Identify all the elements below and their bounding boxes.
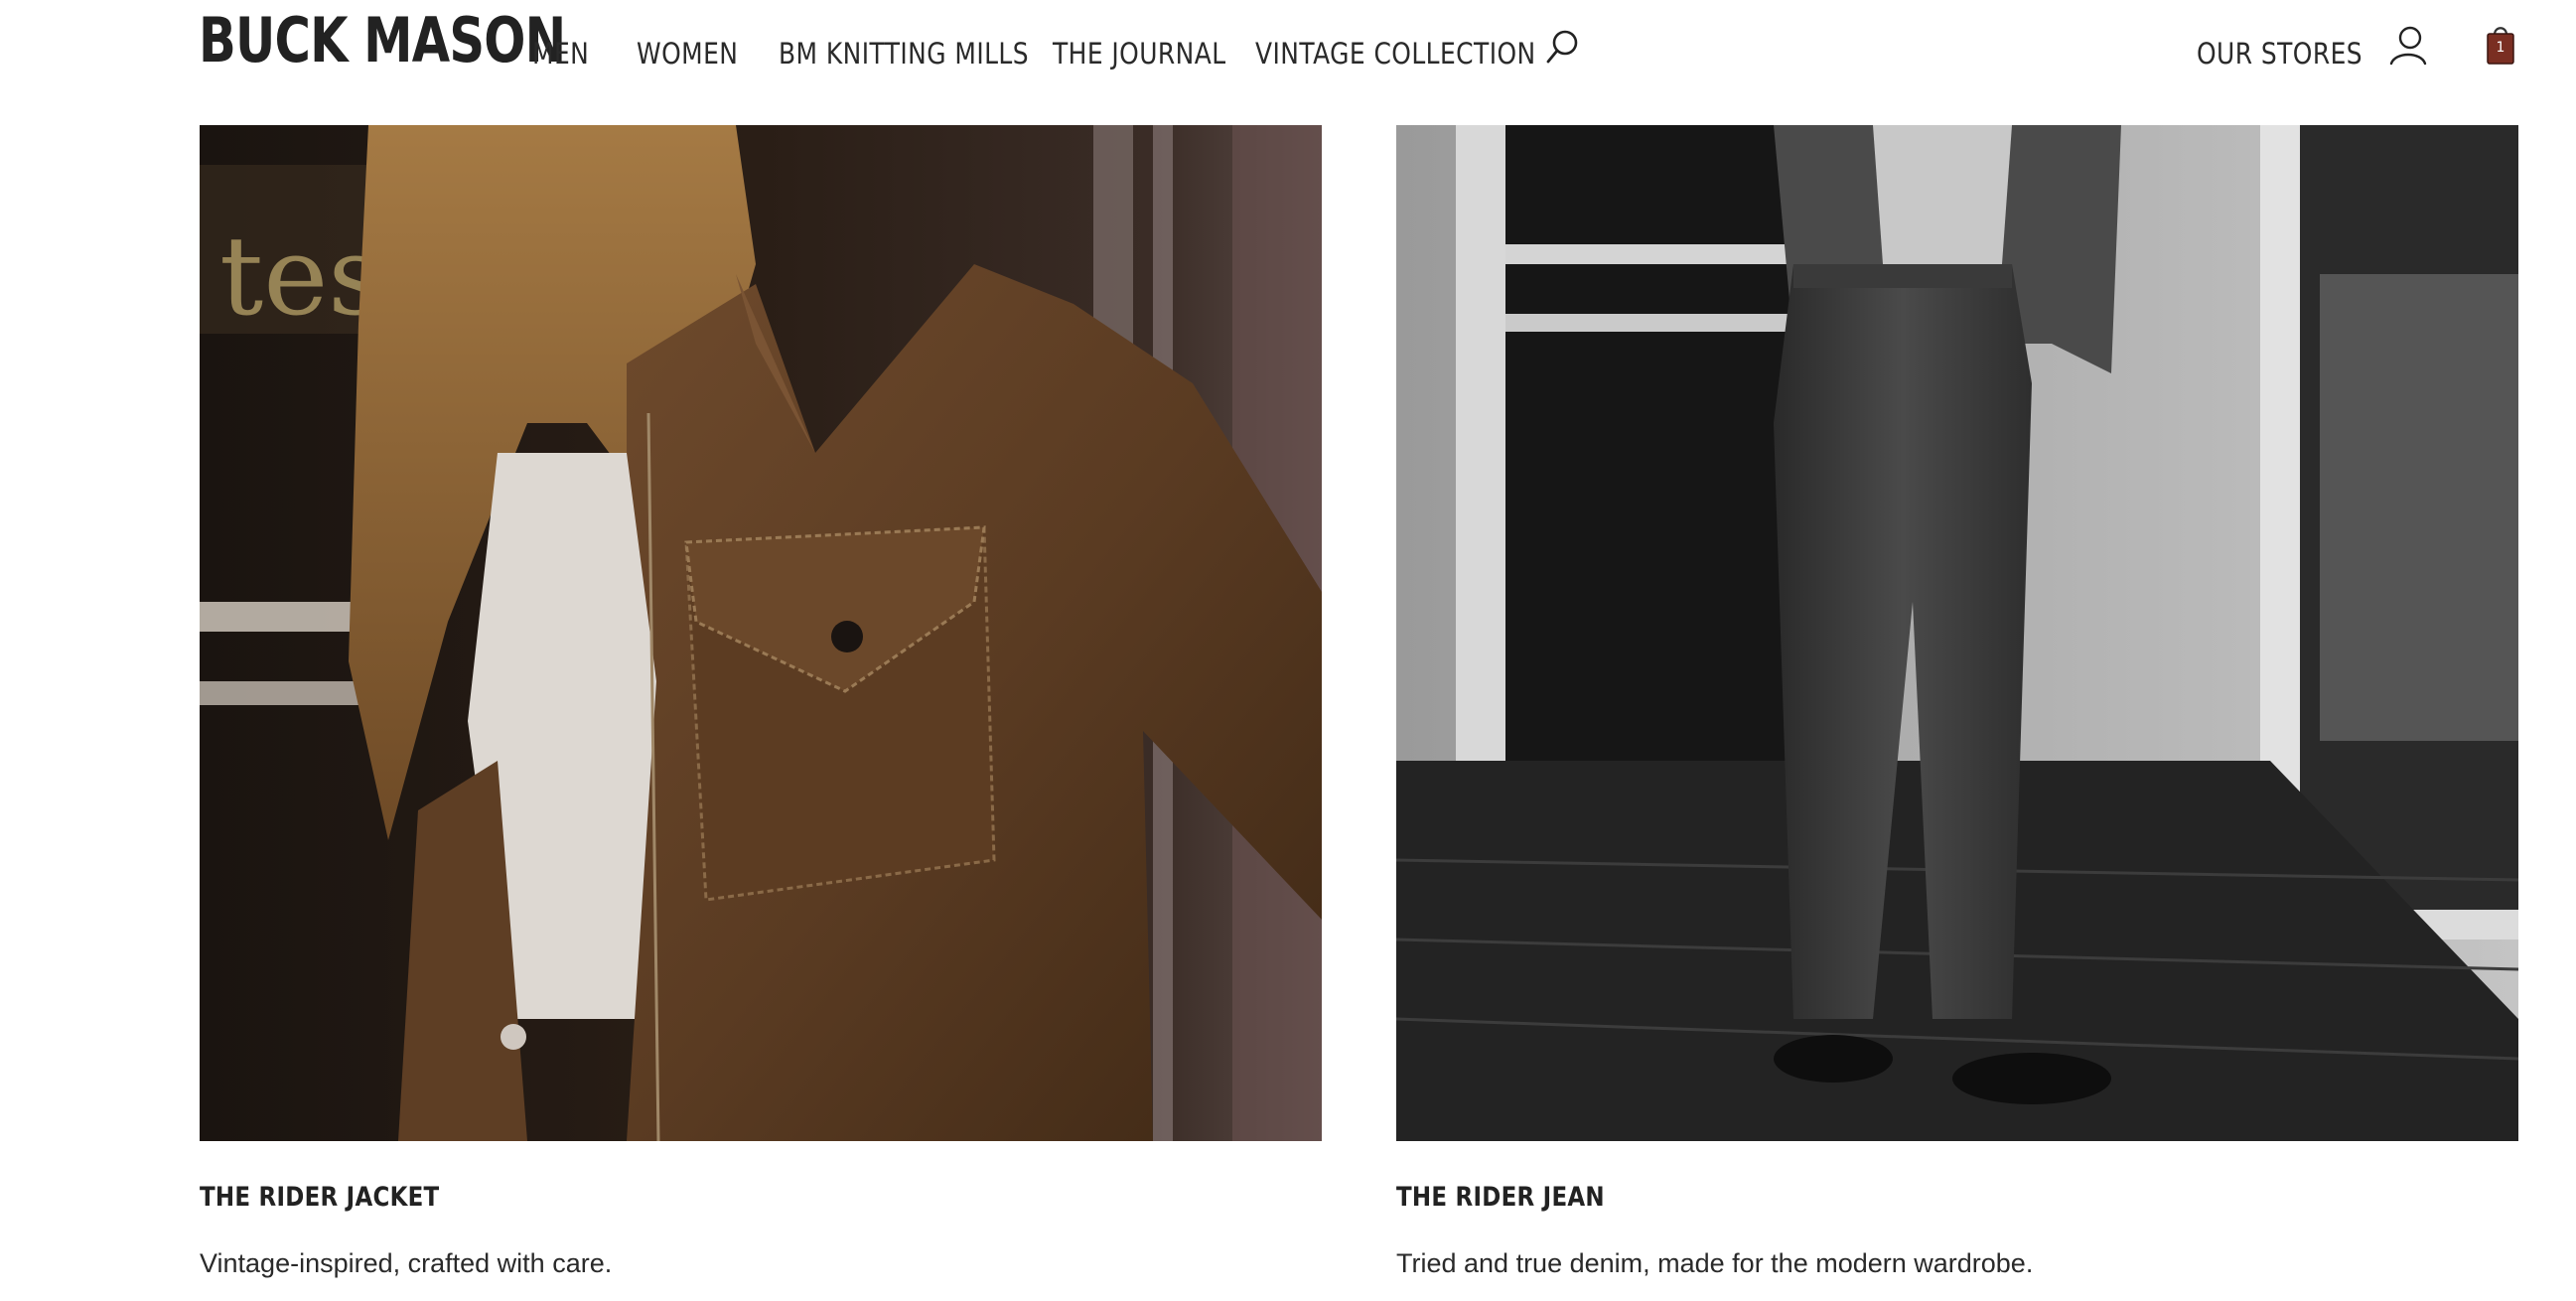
nav-item-bm-knitting-mills[interactable]: BM KNITTING MILLS	[779, 34, 1029, 73]
product-image-rider-jacket[interactable]: tess	[200, 125, 1322, 1141]
product-title-rider-jean[interactable]: THE RIDER JEAN	[1396, 1178, 1605, 1218]
nav-item-vintage-collection[interactable]: VINTAGE COLLECTION	[1255, 34, 1536, 73]
nav-item-the-journal[interactable]: THE JOURNAL	[1053, 34, 1226, 73]
product-description-rider-jacket: Vintage-inspired, crafted with care.	[200, 1248, 613, 1278]
user-icon[interactable]	[2387, 24, 2429, 68]
nav-item-our-stores[interactable]: OUR STORES	[2197, 34, 2362, 73]
site-header: BUCK MASON MEN WOMEN BM KNITTING MILLS T…	[0, 0, 2576, 117]
nav-item-men[interactable]: MEN	[532, 34, 589, 73]
nav-item-women[interactable]: WOMEN	[637, 34, 738, 73]
product-image-rider-jean[interactable]	[1396, 125, 2518, 1141]
product-description-rider-jean: Tried and true denim, made for the moder…	[1396, 1248, 2034, 1278]
cart-count-badge: 1	[2496, 40, 2505, 56]
search-icon[interactable]	[1545, 28, 1581, 68]
brand-logo[interactable]: BUCK MASON	[199, 6, 566, 75]
product-title-rider-jacket[interactable]: THE RIDER JACKET	[200, 1178, 439, 1218]
shopping-bag-icon[interactable]: 1	[2487, 24, 2514, 66]
